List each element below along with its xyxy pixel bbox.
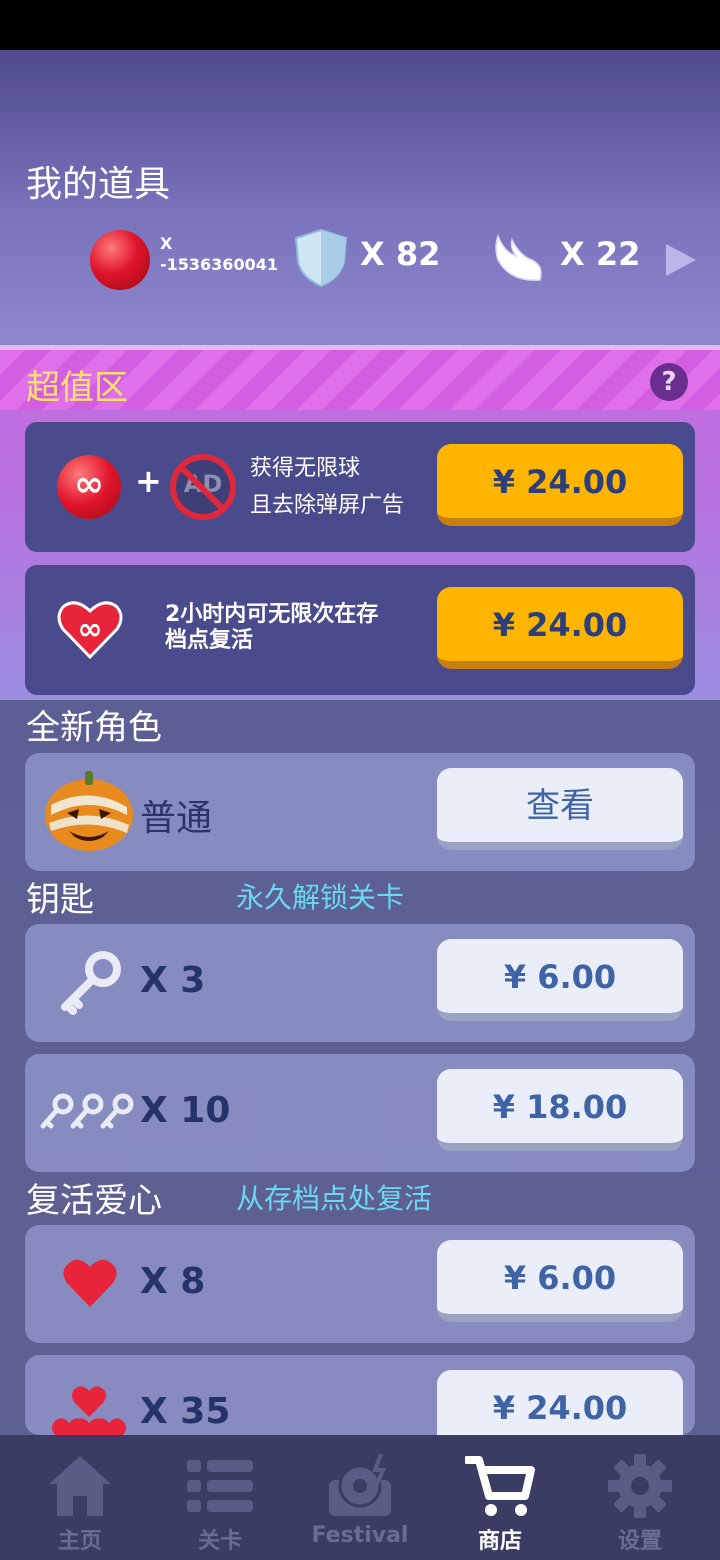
three-keys-icon [40,1093,134,1129]
heart-icon [63,1259,117,1307]
inventory-header: 我的道具 X -1536360041 X 82 X 22 [0,50,720,350]
hearts-title: 复活爱心 [26,1181,162,1221]
ball-count: -1536360041 [160,255,278,274]
deal-section: 超值区 ? ∞ + AD 获得无限球 且去除弹屏广告 ¥ 24.00 ∞ 2小时… [0,345,720,700]
keys-subtitle: 永久解锁关卡 [236,881,405,914]
buy-revive-button[interactable]: ¥ 24.00 [437,587,683,669]
deal-header: 超值区 ? [0,350,720,410]
shop-list: 全新角色 普通 查看 钥匙 永久解锁关卡 X 3 ¥ 6.00 X 10 ¥ 1… [0,700,720,1452]
deal-description: 获得无限球 且去除弹屏广告 [250,450,404,524]
keys-title: 钥匙 [26,880,94,920]
bottom-tab-bar: 主页 关卡 Festival 商店 设置 [0,1435,720,1560]
infinite-heart-icon: ∞ [57,601,123,660]
pumpkin-character-icon [45,771,133,851]
characters-title: 全新角色 [26,708,162,748]
tab-home[interactable]: 主页 [10,1435,150,1560]
wing-icon [495,233,542,281]
tab-festival[interactable]: Festival [290,1435,430,1560]
tab-shop[interactable]: 商店 [430,1435,570,1560]
help-button[interactable]: ? [650,363,688,401]
inventory-title: 我的道具 [26,164,171,205]
character-label: 普通 [140,798,213,839]
key-icon [61,951,121,1015]
revive-line-2: 档点复活 [165,628,254,653]
ball-count-prefix: X [160,234,173,253]
key-item-3: X 3 ¥ 6.00 [25,924,695,1042]
tab-home-label: 主页 [57,1529,102,1554]
list-icon [187,1460,253,1512]
heart-35-label: X 35 [140,1391,231,1432]
tab-settings[interactable]: 设置 [570,1435,710,1560]
tab-festival-label: Festival [311,1523,409,1548]
ball-icon [90,230,150,290]
buy-key-10-button[interactable]: ¥ 18.00 [437,1069,683,1151]
wing-count: X 22 [560,235,641,273]
deal-line-1: 获得无限球 [250,456,361,481]
tab-shop-label: 商店 [477,1529,522,1554]
buy-heart-8-button[interactable]: ¥ 6.00 [437,1240,683,1322]
revive-line-1: 2小时内可无限次在存 [165,602,379,627]
view-character-button[interactable]: 查看 [437,768,683,850]
deal-card-unlimited-revive: ∞ 2小时内可无限次在存 档点复活 ¥ 24.00 [25,565,695,695]
home-icon [49,1456,111,1516]
deal-card-unlimited-balls: ∞ + AD 获得无限球 且去除弹屏广告 ¥ 24.00 [25,422,695,552]
buy-key-3-button[interactable]: ¥ 6.00 [437,939,683,1021]
hearts-subtitle: 从存档点处复活 [236,1182,433,1215]
tab-levels[interactable]: 关卡 [150,1435,290,1560]
festival-icon [329,1453,391,1516]
svg-text:∞: ∞ [78,612,103,647]
key-10-label: X 10 [140,1090,231,1131]
no-ad-icon: AD [170,454,236,520]
key-3-label: X 3 [140,960,206,1001]
key-item-10: X 10 ¥ 18.00 [25,1054,695,1172]
revive-description: 2小时内可无限次在存 档点复活 [165,602,378,654]
shield-icon [294,228,348,288]
character-card: 普通 查看 [25,753,695,871]
status-bar [0,0,720,50]
buy-unlimited-button[interactable]: ¥ 24.00 [437,444,683,526]
inventory-row: X -1536360041 X 82 X 22 [0,225,720,295]
shield-count: X 82 [360,235,441,273]
cart-icon [465,1456,535,1516]
heart-item-8: X 8 ¥ 6.00 [25,1225,695,1343]
heart-item-35: X 35 ¥ 24.00 [25,1355,695,1452]
tab-levels-label: 关卡 [197,1529,242,1554]
gear-icon [608,1454,672,1518]
tab-settings-label: 设置 [617,1529,662,1554]
heart-8-label: X 8 [140,1261,206,1302]
plus-sign: + [135,462,162,500]
infinite-ball-icon: ∞ [57,455,121,519]
deal-title: 超值区 [26,368,128,408]
next-arrow-icon[interactable] [666,244,696,276]
deal-line-2: 且去除弹屏广告 [250,493,405,518]
